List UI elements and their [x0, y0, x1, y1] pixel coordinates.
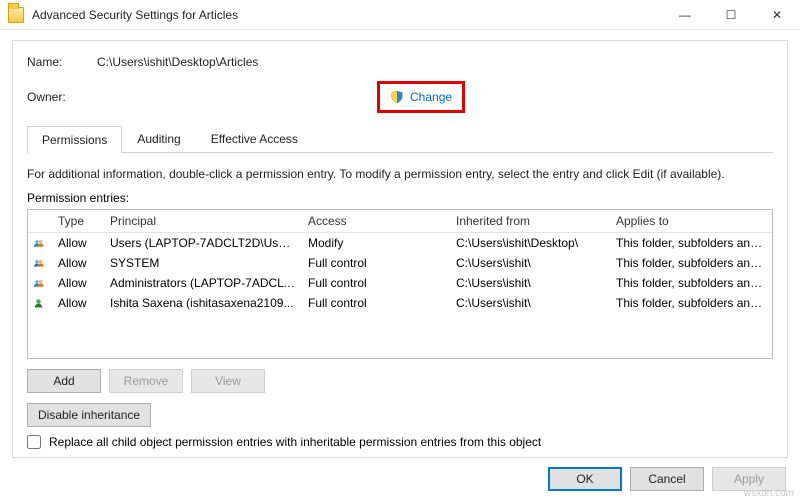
- cell-principal: Users (LAPTOP-7ADCLT2D\Users): [104, 232, 302, 254]
- cancel-button[interactable]: Cancel: [630, 467, 704, 491]
- client-area: Name: C:\Users\ishit\Desktop\Articles Ow…: [0, 30, 800, 458]
- change-owner-link[interactable]: Change: [410, 90, 452, 104]
- main-panel: Name: C:\Users\ishit\Desktop\Articles Ow…: [12, 40, 788, 458]
- replace-children-row[interactable]: Replace all child object permission entr…: [27, 435, 773, 449]
- cell-principal: SYSTEM: [104, 252, 302, 274]
- close-button[interactable]: ✕: [754, 0, 800, 30]
- ok-button[interactable]: OK: [548, 467, 622, 491]
- col-type[interactable]: Type: [52, 210, 104, 232]
- owner-row: Owner: Change: [27, 81, 773, 113]
- watermark: wsxdn.com: [744, 488, 794, 499]
- table-row[interactable]: AllowSYSTEMFull controlC:\Users\ishit\Th…: [28, 253, 772, 273]
- tab-permissions[interactable]: Permissions: [27, 126, 122, 153]
- tabstrip: Permissions Auditing Effective Access: [27, 125, 773, 153]
- window-controls: ― ☐ ✕: [662, 0, 800, 30]
- cell-applies: This folder, subfolders and files: [610, 272, 772, 294]
- cell-type: Allow: [52, 292, 104, 314]
- cell-applies: This folder, subfolders and files: [610, 232, 772, 254]
- owner-label: Owner:: [27, 90, 97, 104]
- tab-effective-access[interactable]: Effective Access: [196, 125, 313, 152]
- cell-principal: Ishita Saxena (ishitasaxena2109...: [104, 292, 302, 314]
- remove-button: Remove: [109, 369, 183, 393]
- principal-icon: [28, 253, 52, 273]
- maximize-button[interactable]: ☐: [708, 0, 754, 30]
- table-row[interactable]: AllowAdministrators (LAPTOP-7ADCLT...Ful…: [28, 273, 772, 293]
- cell-type: Allow: [52, 252, 104, 274]
- cell-access: Full control: [302, 292, 450, 314]
- cell-inherited: C:\Users\ishit\Desktop\: [450, 232, 610, 254]
- permissions-grid[interactable]: Type Principal Access Inherited from App…: [27, 209, 773, 359]
- principal-icon: [28, 273, 52, 293]
- name-label: Name:: [27, 55, 97, 69]
- col-inherited[interactable]: Inherited from: [450, 210, 610, 232]
- replace-children-label: Replace all child object permission entr…: [49, 435, 541, 449]
- cell-access: Full control: [302, 272, 450, 294]
- principal-icon: [28, 293, 52, 313]
- entry-buttons: Add Remove View: [27, 369, 773, 393]
- grid-header: Type Principal Access Inherited from App…: [28, 210, 772, 233]
- name-value: C:\Users\ishit\Desktop\Articles: [97, 55, 258, 69]
- name-row: Name: C:\Users\ishit\Desktop\Articles: [27, 55, 773, 69]
- col-principal[interactable]: Principal: [104, 210, 302, 232]
- cell-access: Modify: [302, 232, 450, 254]
- permission-entries-label: Permission entries:: [27, 191, 773, 205]
- table-row[interactable]: AllowUsers (LAPTOP-7ADCLT2D\Users)Modify…: [28, 233, 772, 253]
- folder-icon: [8, 7, 24, 23]
- add-button[interactable]: Add: [27, 369, 101, 393]
- replace-children-checkbox[interactable]: [27, 435, 41, 449]
- cell-inherited: C:\Users\ishit\: [450, 292, 610, 314]
- disable-inheritance-button[interactable]: Disable inheritance: [27, 403, 151, 427]
- cell-inherited: C:\Users\ishit\: [450, 272, 610, 294]
- cell-applies: This folder, subfolders and files: [610, 252, 772, 274]
- shield-icon: [390, 90, 404, 104]
- col-access[interactable]: Access: [302, 210, 450, 232]
- inheritance-buttons: Disable inheritance: [27, 403, 773, 427]
- cell-inherited: C:\Users\ishit\: [450, 252, 610, 274]
- table-row[interactable]: AllowIshita Saxena (ishitasaxena2109...F…: [28, 293, 772, 313]
- info-text: For additional information, double-click…: [27, 167, 773, 181]
- titlebar: Advanced Security Settings for Articles …: [0, 0, 800, 30]
- principal-icon: [28, 233, 52, 253]
- cell-type: Allow: [52, 272, 104, 294]
- col-applies[interactable]: Applies to: [610, 210, 772, 232]
- cell-access: Full control: [302, 252, 450, 274]
- window-title: Advanced Security Settings for Articles: [32, 8, 662, 22]
- view-button: View: [191, 369, 265, 393]
- minimize-button[interactable]: ―: [662, 0, 708, 30]
- cell-applies: This folder, subfolders and files: [610, 292, 772, 314]
- cell-type: Allow: [52, 232, 104, 254]
- change-owner-highlight: Change: [377, 81, 465, 113]
- tab-auditing[interactable]: Auditing: [122, 125, 195, 152]
- cell-principal: Administrators (LAPTOP-7ADCLT...: [104, 272, 302, 294]
